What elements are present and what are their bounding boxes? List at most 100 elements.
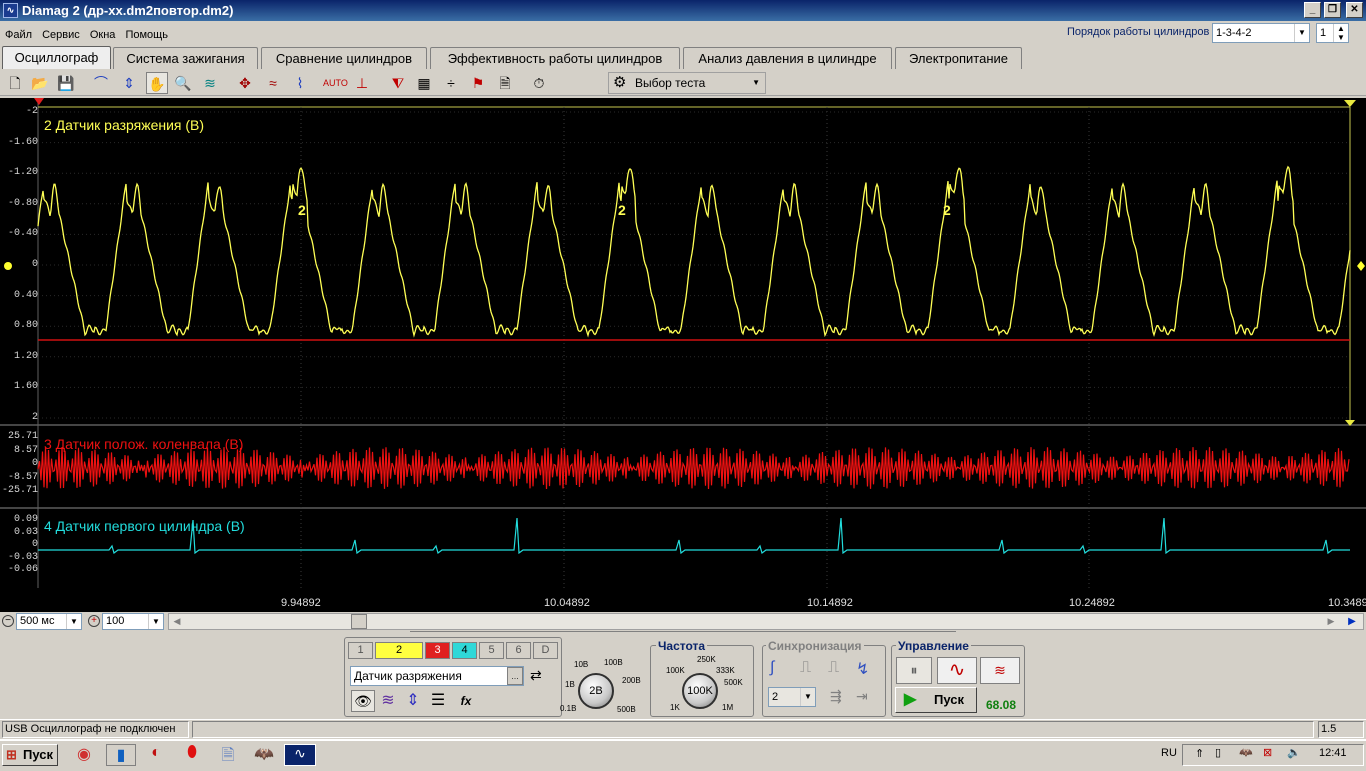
tab-oscilloscope[interactable]: Осциллограф [2, 46, 111, 69]
device-icon[interactable]: ▯ [1215, 746, 1221, 759]
channel-6-button[interactable]: 6 [506, 642, 531, 659]
hand-pan-icon[interactable]: ✋ [146, 72, 168, 94]
auto-trigger-icon[interactable]: AUTO [323, 72, 348, 94]
gear-icon: ⚙ [613, 74, 627, 91]
network-error-icon[interactable]: ⊠ [1263, 746, 1272, 759]
sensor-name-field[interactable]: Датчик разряжения … [350, 666, 524, 686]
auto-timer-icon[interactable]: ⏱ [528, 72, 550, 94]
new-file-icon[interactable]: 🗋 [4, 72, 26, 94]
zoom-out-icon[interactable]: − [2, 615, 14, 627]
start-button[interactable]: ▶ Пуск [895, 687, 977, 713]
zoom-select[interactable]: 100 ▼ [102, 613, 164, 630]
batman-tray-icon[interactable]: 🦇 [1239, 746, 1253, 759]
opera-icon[interactable]: ⬮ [180, 744, 204, 766]
cylinder-spinner[interactable]: 1 ▲ ▼ [1316, 23, 1349, 43]
start-button-taskbar[interactable]: ⊞ Пуск [2, 744, 58, 766]
trigger-up-icon[interactable]: ⎍ [800, 659, 811, 677]
channel-1-button[interactable]: 1 [348, 642, 373, 659]
sync-channel-select[interactable]: 2 ▼ [768, 687, 816, 707]
overlay-waves-icon[interactable]: ≈ [262, 72, 284, 94]
sync-align-icon[interactable]: ⇶ [830, 688, 842, 705]
trigger-down-icon[interactable]: ⎍ [828, 659, 839, 677]
close-button[interactable]: ✕ [1346, 2, 1363, 18]
signal-stack-icon[interactable]: ≋ [199, 72, 221, 94]
trigger-cursor-icon[interactable]: ↯ [856, 659, 869, 679]
volume-icon[interactable]: 🔈 [1287, 746, 1301, 759]
grid-icon[interactable]: ▦ [413, 72, 435, 94]
horizontal-scrollbar[interactable]: ◀ ▶ ▶ [168, 613, 1364, 630]
maximize-button[interactable]: ❐ [1324, 2, 1341, 18]
single-shot-icon[interactable]: ∿ [937, 657, 977, 684]
center-cross-icon[interactable]: ✥ [234, 72, 256, 94]
axis-tick-label: -0.40 [7, 228, 38, 240]
minimize-button[interactable]: _ [1304, 2, 1321, 18]
eye-icon[interactable]: 👁 [351, 690, 375, 712]
range-label-500v: 500В [617, 705, 636, 714]
tab-cylinder-comparison[interactable]: Сравнение цилиндров [261, 47, 427, 69]
scroll-left-icon[interactable]: ◀ [169, 614, 185, 629]
timebase-select[interactable]: 500 мс ▼ [16, 613, 82, 630]
digital-channel-button[interactable]: D [533, 642, 558, 659]
rising-edge-icon[interactable]: ∫ [770, 659, 774, 677]
channel-4-button[interactable]: 4 [452, 642, 477, 659]
open-folder-icon[interactable]: 📂 [29, 72, 51, 94]
pause-icon[interactable]: ⏸ [896, 657, 932, 684]
save-icon[interactable]: 💾 [55, 72, 77, 94]
filter-icon[interactable]: ⧨ [387, 72, 409, 94]
tab-cylinder-efficiency[interactable]: Эффективность работы цилиндров [430, 47, 680, 69]
probe-settings-icon[interactable]: ⇄ [530, 667, 542, 684]
oscilloscope-view[interactable]: 2 Датчик разряжения (В) 3 Датчик полож. … [0, 98, 1366, 612]
waveform-style-icon[interactable]: ≋ [377, 690, 399, 712]
tab-pressure-analysis[interactable]: Анализ давления в цилиндре [683, 47, 892, 69]
file-manager-icon[interactable]: ▮ [106, 744, 136, 766]
waveform-canvas[interactable] [0, 98, 1366, 612]
split-icon[interactable]: ÷ [440, 72, 462, 94]
frequency-knob[interactable]: 100K [682, 673, 718, 709]
timebase-value: 500 мс [20, 615, 55, 627]
menu-service[interactable]: Сервис [40, 29, 82, 41]
scroll-right-icon[interactable]: ▶ [1323, 614, 1339, 629]
chrome-icon[interactable]: ◉ [72, 744, 96, 766]
voltage-range-knob[interactable]: 2В [578, 673, 614, 709]
function-icon[interactable]: fx [456, 690, 476, 712]
axis-tick-label: -0.06 [7, 564, 38, 575]
test-select[interactable]: ⚙ Выбор теста ▼ [608, 72, 766, 94]
document-app-icon[interactable]: 🗎 [216, 744, 240, 766]
channel-3-button[interactable]: 3 [425, 642, 450, 659]
invert-waves-icon[interactable]: ⌇ [289, 72, 311, 94]
menu-help[interactable]: Помощь [123, 29, 170, 41]
tab-ignition[interactable]: Система зажигания [113, 47, 258, 69]
zero-level-icon[interactable]: ⊥ [351, 72, 373, 94]
sync-merge-icon[interactable]: ⇥ [856, 688, 868, 705]
channel-5-button[interactable]: 5 [479, 642, 504, 659]
tab-power-supply[interactable]: Электропитание [895, 47, 1022, 69]
zoom-icon[interactable]: 🔍 [172, 72, 194, 94]
vertical-position-icon[interactable]: ⇕ [402, 690, 424, 712]
firing-order-select[interactable]: 1-3-4-2 ▼ [1212, 23, 1310, 43]
axis-tick-label: 0.09 [13, 514, 38, 525]
document-icon[interactable]: 🗎 [494, 72, 516, 94]
flag-add-icon[interactable]: ⚑ [467, 72, 489, 94]
chevron-up-icon[interactable]: ⇑ [1195, 747, 1204, 760]
continuous-icon[interactable]: ≋ [980, 657, 1020, 684]
zoom-in-icon[interactable]: + [88, 615, 100, 627]
sync-channel-value: 2 [772, 691, 779, 703]
chevron-down-icon: ▼ [66, 614, 81, 629]
clock[interactable]: 12:41 [1319, 747, 1347, 759]
menu-file[interactable]: Файл [3, 29, 34, 41]
loop-icon[interactable]: ⌒ [90, 72, 112, 94]
panel-splitter[interactable] [410, 631, 956, 635]
axis-tick-label: 8.57 [13, 444, 38, 456]
channel-4-title: 4 Датчик первого цилиндра (В) [44, 518, 245, 534]
vertical-measure-icon[interactable]: ⇕ [118, 72, 140, 94]
media-icon[interactable]: ◐ [144, 744, 168, 766]
menu-windows[interactable]: Окна [88, 29, 118, 41]
batman-app-icon[interactable]: 🦇 [252, 744, 276, 766]
baseline-icon[interactable]: ☰ [427, 690, 449, 712]
channel-2-button[interactable]: 2 [375, 642, 423, 659]
language-indicator[interactable]: RU [1161, 747, 1177, 759]
ellipsis-icon[interactable]: … [507, 667, 523, 685]
play-forward-icon[interactable]: ▶ [1341, 614, 1363, 629]
diamag-taskbar-icon[interactable]: ∿ [284, 744, 316, 766]
scroll-thumb[interactable] [351, 614, 367, 629]
